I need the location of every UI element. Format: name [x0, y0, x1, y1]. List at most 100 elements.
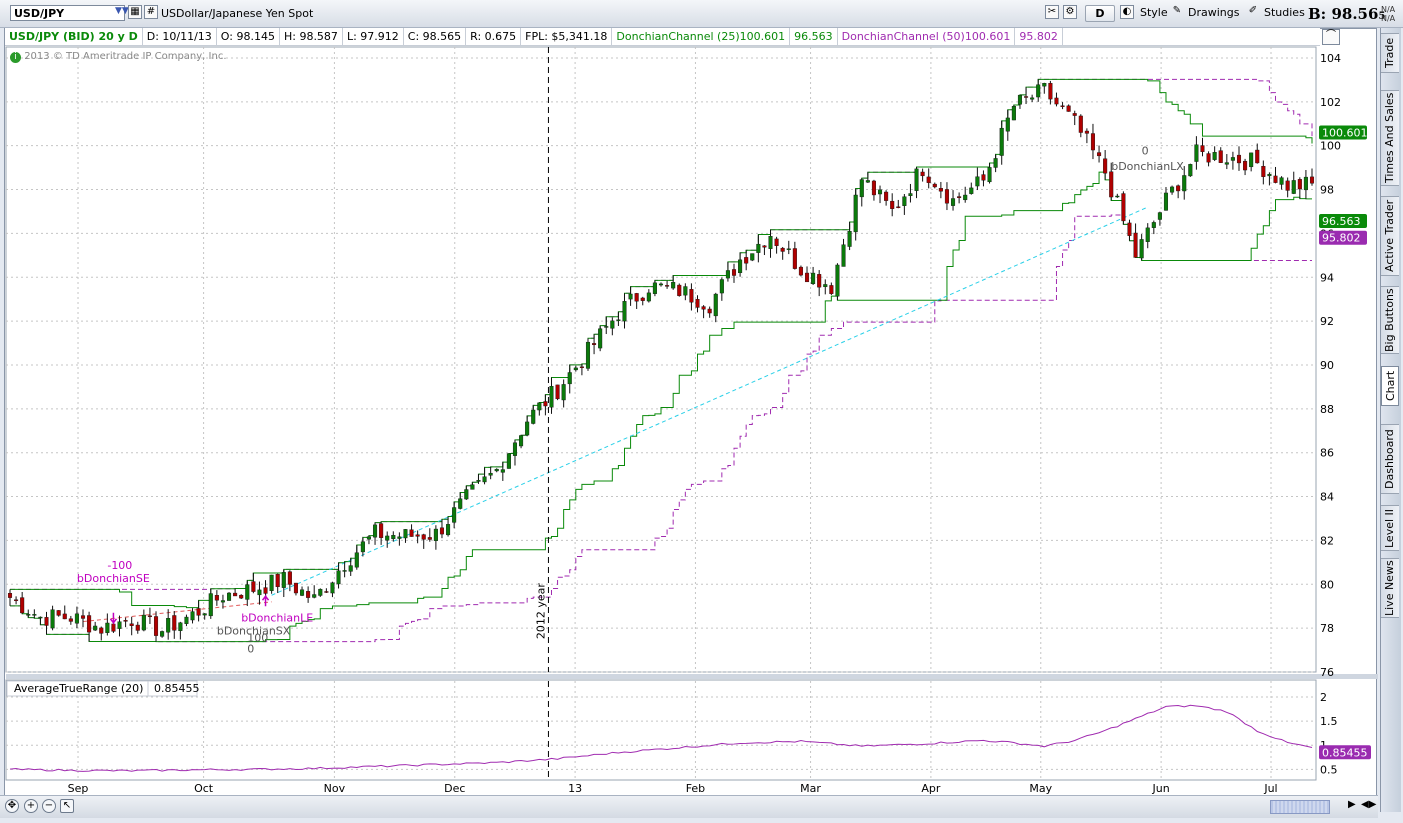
pan-icon[interactable]: ✥: [5, 799, 19, 813]
candle-body: [1115, 195, 1120, 198]
candle-body: [245, 584, 250, 600]
candle-body: [616, 319, 621, 321]
candle-body: [1279, 177, 1284, 185]
candle-body: [464, 489, 469, 500]
candle-body: [257, 589, 262, 596]
candle-body: [908, 193, 913, 197]
candle-body: [932, 183, 937, 188]
candle-body: [239, 594, 244, 599]
candle-body: [1139, 239, 1144, 259]
atr-header: AverageTrueRange (20) 0.85455: [6, 680, 200, 697]
info-icon[interactable]: i: [10, 52, 21, 63]
annotation-label: 0: [247, 642, 254, 655]
candle-body: [768, 236, 773, 249]
candle-body: [1212, 152, 1217, 160]
candle-body: [993, 158, 998, 168]
candle-body: [1176, 185, 1181, 192]
candle-body: [269, 574, 274, 591]
candle-body: [446, 524, 451, 536]
candle-body: [1048, 83, 1053, 100]
candle-body: [360, 541, 365, 553]
candle-body: [981, 174, 986, 181]
candle-body: [762, 245, 767, 248]
candle-body: [1103, 158, 1108, 174]
bottom-toolbar: ✥ + − ↖ ▶ ◀▶: [0, 795, 1378, 818]
candle-body: [74, 613, 79, 624]
price-chart: 2012 year bDonchianSE-100 bDonchianLE bDonc…: [5, 46, 1378, 795]
candle-body: [190, 611, 195, 621]
candle-body: [555, 384, 560, 400]
candle-body: [1285, 180, 1290, 191]
side-tab-chart[interactable]: Chart: [1381, 366, 1399, 406]
x-tick-label: May: [1029, 782, 1052, 795]
candle-body: [233, 592, 238, 597]
candle-body: [385, 535, 390, 541]
side-tab-level-ii[interactable]: Level II: [1381, 505, 1399, 551]
candle-body: [1133, 232, 1138, 258]
candle-body: [951, 198, 956, 206]
y-tick-label: 90: [1320, 359, 1334, 372]
candle-body: [1163, 192, 1169, 211]
candle-body: [1084, 130, 1089, 134]
cursor-icon[interactable]: ↖: [60, 799, 74, 813]
candle-body: [1060, 105, 1065, 107]
atr-y-tick-label: 1.5: [1320, 715, 1338, 728]
candle-body: [1078, 115, 1083, 133]
candle-body: [330, 582, 335, 594]
candle-body: [1303, 176, 1308, 191]
candle-body: [1224, 162, 1229, 165]
atr-badge-label: 0.85455: [1322, 746, 1368, 759]
scroll-end-icon[interactable]: ◀▶: [1361, 799, 1376, 810]
candle-body: [202, 613, 207, 616]
candle-body: [1291, 180, 1296, 194]
side-tab-live-news[interactable]: Live News: [1381, 558, 1399, 618]
candle-body: [409, 529, 414, 537]
zoom-in-icon[interactable]: +: [24, 799, 38, 813]
candle-body: [1017, 94, 1022, 105]
candle-body: [561, 384, 566, 401]
candle-body: [628, 293, 633, 300]
x-tick-label: 13: [568, 782, 582, 795]
candle-body: [592, 343, 597, 345]
candle-body: [1030, 97, 1035, 100]
candle-body: [1005, 117, 1010, 132]
side-tab-trade[interactable]: Trade: [1381, 33, 1399, 73]
candle-body: [658, 283, 664, 286]
side-tab-dashboard[interactable]: Dashboard: [1381, 424, 1399, 494]
candle-body: [1297, 179, 1302, 190]
horizontal-scrollbar[interactable]: [1270, 800, 1330, 814]
candle-body: [160, 631, 165, 637]
candle-body: [403, 529, 408, 539]
candle-body: [1127, 222, 1132, 236]
candle-body: [306, 591, 311, 598]
scroll-right-icon[interactable]: ▶: [1348, 799, 1356, 810]
y-tick-label: 102: [1320, 96, 1341, 109]
candle-body: [531, 409, 536, 424]
zoom-out-icon[interactable]: −: [42, 799, 56, 813]
candle-body: [525, 421, 530, 436]
side-tab-times-and-sales[interactable]: Times And Sales: [1381, 90, 1399, 186]
candle-body: [1072, 113, 1077, 116]
candle-body: [500, 469, 505, 473]
candle-body: [184, 616, 189, 624]
candle-body: [683, 286, 688, 296]
candle-body: [567, 372, 572, 385]
candle-body: [731, 269, 737, 276]
x-tick-label: Apr: [921, 782, 941, 795]
candle-body: [719, 279, 724, 294]
candle-body: [373, 524, 378, 538]
candle-body: [105, 622, 110, 633]
candle-body: [1182, 175, 1187, 192]
side-tab-active-trader[interactable]: Active Trader: [1381, 196, 1399, 276]
candle-body: [1261, 165, 1266, 177]
candle-body: [342, 570, 347, 572]
y-tick-label: 82: [1320, 534, 1334, 547]
annotation-label: -100: [107, 559, 132, 572]
candle-body: [433, 528, 438, 541]
candle-body: [865, 180, 870, 183]
candle-body: [1097, 152, 1102, 157]
candle-body: [671, 282, 676, 289]
side-tab-big-buttons[interactable]: Big Buttons: [1381, 286, 1399, 354]
candle-body: [1170, 186, 1175, 193]
candle-body: [488, 472, 493, 476]
